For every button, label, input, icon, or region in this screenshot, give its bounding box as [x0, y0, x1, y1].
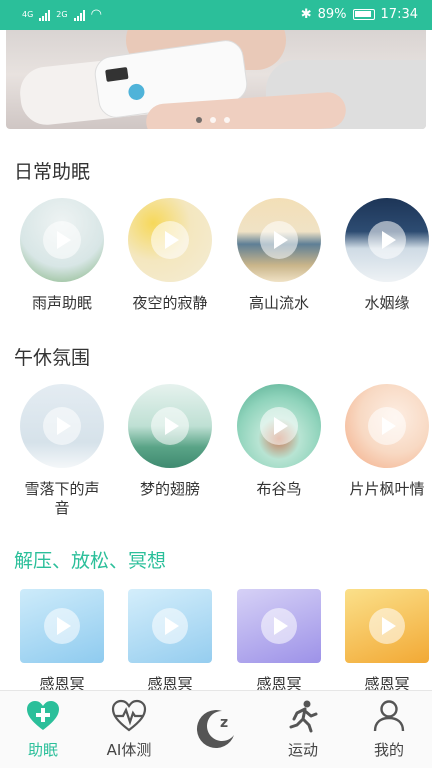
daily-row: 雨声助眠 夜空的寂静 高山流水 水姻缘: [0, 198, 432, 348]
tab-sleep[interactable]: z: [173, 699, 259, 759]
meditation-item[interactable]: 感恩冥: [229, 589, 329, 694]
sound-cover[interactable]: [345, 198, 429, 282]
moon-sleep-icon: z: [196, 710, 234, 749]
sound-cover[interactable]: [345, 384, 429, 468]
play-icon[interactable]: [43, 221, 81, 259]
sound-label: 片片枫叶情: [349, 480, 425, 498]
meditation-cover[interactable]: [237, 589, 321, 663]
sound-label: 梦的翅膀: [139, 480, 200, 498]
wifi-icon: ◠: [90, 7, 102, 22]
meditation-cover[interactable]: [128, 589, 212, 663]
nap-row: 雪落下的声音 梦的翅膀 布谷鸟 片片枫叶情: [0, 384, 432, 534]
carousel-dot[interactable]: [224, 117, 230, 123]
carousel-dot[interactable]: [210, 117, 216, 123]
sound-item[interactable]: 布谷鸟: [229, 384, 329, 499]
meditation-item[interactable]: 感恩冥: [120, 589, 220, 694]
sound-item[interactable]: 水姻缘: [337, 198, 432, 313]
sound-item[interactable]: 雨声助眠: [12, 198, 112, 313]
sound-label: 雨声助眠: [31, 294, 92, 312]
plus-heart-icon: [27, 701, 59, 730]
heartbeat-icon: [111, 699, 147, 732]
sound-item[interactable]: 夜空的寂静: [120, 198, 220, 313]
runner-icon: [289, 700, 318, 733]
status-bar: 4G 2G ◠ ✱ 89% 17:34: [0, 0, 432, 30]
sound-item[interactable]: 梦的翅膀: [120, 384, 220, 499]
play-icon[interactable]: [44, 608, 80, 644]
tab-label: 助眠: [27, 741, 58, 759]
battery-icon: [352, 9, 375, 20]
sound-label: 夜空的寂静: [132, 294, 208, 312]
signal-icon: [39, 9, 51, 21]
tab-sport[interactable]: 运动: [260, 699, 346, 760]
play-icon[interactable]: [261, 608, 297, 644]
device-button: [127, 82, 146, 101]
play-icon[interactable]: [260, 407, 298, 445]
sound-label: 雪落下的声音: [24, 480, 100, 517]
meditation-item[interactable]: 感恩冥: [337, 589, 432, 694]
play-icon[interactable]: [152, 608, 188, 644]
sound-cover[interactable]: [20, 198, 104, 282]
sound-cover[interactable]: [237, 384, 321, 468]
tab-profile[interactable]: 我的: [346, 699, 432, 760]
sound-cover[interactable]: [20, 384, 104, 468]
sound-item[interactable]: 片片枫叶情: [337, 384, 432, 499]
play-icon[interactable]: [151, 221, 189, 259]
play-icon[interactable]: [368, 221, 406, 259]
carousel-indicator[interactable]: [196, 117, 230, 123]
person-icon: [373, 700, 405, 732]
sound-cover[interactable]: [128, 384, 212, 468]
battery-label: 89%: [317, 7, 347, 22]
play-icon[interactable]: [368, 407, 406, 445]
play-icon[interactable]: [369, 608, 405, 644]
sound-item[interactable]: 雪落下的声音: [12, 384, 112, 518]
signal-icon-2: [73, 9, 85, 21]
bluetooth-icon: ✱: [300, 7, 312, 22]
section-title-nap: 午休氛围: [14, 347, 91, 369]
sound-label: 水姻缘: [364, 294, 410, 312]
sound-item[interactable]: 高山流水: [229, 198, 329, 313]
network-indicators: 4G 2G ◠: [22, 7, 102, 22]
tab-label: 我的: [373, 741, 404, 759]
device-screen: [105, 67, 129, 82]
meditation-item[interactable]: 感恩冥: [12, 589, 112, 694]
banner-carousel[interactable]: [6, 30, 426, 129]
play-icon[interactable]: [151, 407, 189, 445]
meditation-cover[interactable]: [20, 589, 104, 663]
sound-cover[interactable]: [237, 198, 321, 282]
network-1-label: 4G: [22, 10, 34, 19]
tab-label: AI体测: [106, 741, 152, 759]
meditation-cover[interactable]: [345, 589, 429, 663]
section-title-relax: 解压、放松、冥想: [14, 550, 167, 572]
tab-label: 运动: [287, 741, 318, 759]
bottom-tab-bar: 助眠 AI体测 z 运动 我的: [0, 690, 432, 768]
play-icon[interactable]: [260, 221, 298, 259]
status-right: ✱ 89% 17:34: [301, 7, 418, 22]
network-2-label: 2G: [56, 10, 68, 19]
tab-ai-test[interactable]: AI体测: [86, 699, 172, 760]
sound-label: 高山流水: [248, 294, 309, 312]
clock: 17:34: [380, 7, 418, 22]
play-icon[interactable]: [43, 407, 81, 445]
section-title-daily: 日常助眠: [14, 161, 91, 183]
tab-sleep-aid[interactable]: 助眠: [0, 699, 86, 760]
sound-label: 布谷鸟: [256, 480, 302, 498]
svg-text:z: z: [220, 715, 228, 731]
sound-cover[interactable]: [128, 198, 212, 282]
carousel-dot[interactable]: [196, 117, 202, 123]
